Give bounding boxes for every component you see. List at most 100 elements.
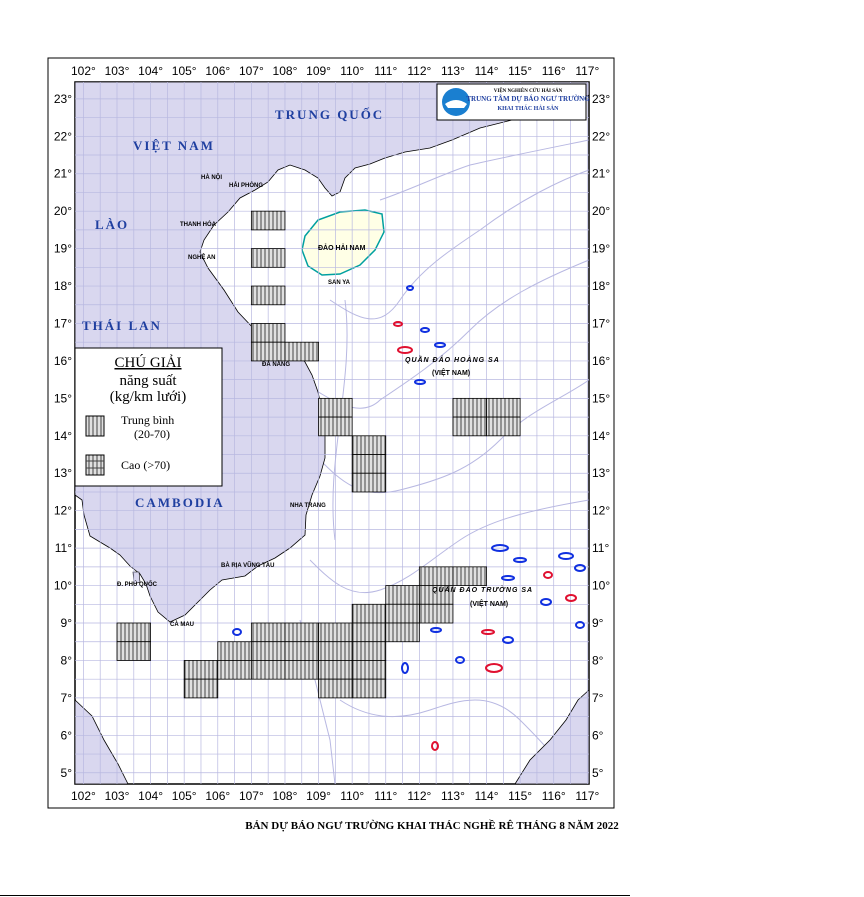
forecast-cell <box>250 660 286 680</box>
forecast-cell <box>351 603 387 624</box>
forecast-cell <box>351 641 387 661</box>
lon-tick-bottom: 114° <box>475 789 499 803</box>
forecast-cell <box>351 435 387 455</box>
lon-tick-top: 114° <box>475 64 499 78</box>
lat-tick-right: 14° <box>592 429 610 443</box>
lat-tick-left: 15° <box>54 391 72 405</box>
forecast-cell <box>318 416 353 437</box>
forecast-cell <box>486 397 521 418</box>
label-san-ya: SAN YA <box>328 280 351 286</box>
legend-item-medium-range: (20-70) <box>134 427 170 441</box>
forecast-cell <box>284 641 319 661</box>
lat-tick-left: 21° <box>54 167 72 181</box>
forecast-cell <box>385 603 420 624</box>
lon-tick-top: 112° <box>407 64 431 78</box>
lon-tick-top: 105° <box>172 64 197 78</box>
lon-tick-top: 107° <box>239 64 264 78</box>
label-hai-phong: HẢI PHÒNG <box>229 181 263 189</box>
lon-tick-bottom: 102° <box>71 789 96 803</box>
forecast-cell <box>318 678 353 699</box>
logo-line-3: KHAI THÁC HẢI SẢN <box>497 104 559 112</box>
forecast-cell <box>318 397 353 418</box>
forecast-cell <box>418 603 454 624</box>
lat-tick-right: 13° <box>592 466 610 480</box>
label-nha-trang: NHA TRANG <box>290 503 326 509</box>
lat-tick-left: 13° <box>54 466 72 480</box>
label-hoang-sa-vn: (VIỆT NAM) <box>432 368 470 377</box>
logo-line-1: VIỆN NGHIÊN CỨU HẢI SẢN <box>494 88 563 94</box>
lon-tick-top: 106° <box>205 64 230 78</box>
forecast-cell <box>116 622 151 643</box>
forecast-cell <box>385 622 420 643</box>
lon-tick-top: 116° <box>542 64 566 78</box>
forecast-cell <box>486 416 521 437</box>
legend-swatch-high <box>85 454 105 476</box>
forecast-cell <box>452 416 487 437</box>
lon-tick-top: 111° <box>374 64 397 78</box>
forecast-cell <box>385 585 420 605</box>
lon-tick-bottom: 116° <box>542 789 566 803</box>
forecast-cell <box>250 622 286 643</box>
forecast-cell <box>183 660 219 680</box>
logo-line-2: TRUNG TÂM DỰ BÁO NGƯ TRƯỜNG <box>466 95 590 103</box>
label-thai-lan: THÁI LAN <box>82 318 162 333</box>
lat-tick-right: 22° <box>592 129 610 143</box>
lon-tick-top: 104° <box>138 64 163 78</box>
forecast-cell <box>351 472 387 493</box>
lat-tick-left: 12° <box>54 504 72 518</box>
forecast-cell <box>250 641 286 661</box>
forecast-cell <box>217 660 252 680</box>
lat-tick-right: 7° <box>592 691 604 705</box>
lat-tick-right: 21° <box>592 167 610 181</box>
forecast-cell <box>318 641 353 661</box>
forecast-cell <box>116 641 151 661</box>
lat-tick-left: 5° <box>61 766 73 780</box>
lat-tick-right: 9° <box>592 616 604 630</box>
forecast-cell <box>250 285 286 306</box>
lat-tick-right: 6° <box>592 728 604 742</box>
lat-tick-right: 5° <box>592 766 604 780</box>
lat-tick-right: 8° <box>592 653 604 667</box>
forecast-cell <box>250 323 286 343</box>
lon-tick-top: 110° <box>340 64 364 78</box>
legend-item-medium-label: Trung bình <box>121 413 174 427</box>
label-dao-hai-nam: ĐẢO HẢI NAM <box>318 243 366 252</box>
label-truong-sa-vn: (VIỆT NAM) <box>470 599 508 608</box>
forecast-cell <box>418 566 454 586</box>
lat-tick-left: 20° <box>54 204 72 218</box>
forecast-cell <box>452 566 487 586</box>
legend: CHÚ GIẢI năng suất (kg/km lưới) Trung bì… <box>74 347 223 487</box>
legend-subtitle-1: năng suất <box>119 373 177 389</box>
lon-tick-top: 103° <box>105 64 130 78</box>
lat-tick-right: 15° <box>592 391 610 405</box>
lat-tick-right: 16° <box>592 354 610 368</box>
lat-tick-left: 22° <box>54 129 72 143</box>
lon-tick-bottom: 108° <box>273 789 298 803</box>
lat-tick-left: 23° <box>54 92 72 106</box>
forecast-cell <box>284 660 319 680</box>
label-cambodia: CAMBODIA <box>135 495 225 510</box>
lat-tick-left: 10° <box>54 579 72 593</box>
lon-tick-bottom: 110° <box>340 789 364 803</box>
lat-tick-left: 18° <box>54 279 72 293</box>
lat-tick-left: 6° <box>61 728 73 742</box>
lon-tick-top: 102° <box>71 64 96 78</box>
label-lao: LÀO <box>95 217 129 232</box>
lat-tick-left: 16° <box>54 354 72 368</box>
lon-tick-bottom: 111° <box>374 789 397 803</box>
label-ha-noi: HÀ NỘI <box>201 173 222 181</box>
lon-tick-bottom: 117° <box>575 789 599 803</box>
forecast-cell <box>351 622 387 643</box>
lat-tick-left: 19° <box>54 242 72 256</box>
lon-tick-bottom: 103° <box>105 789 130 803</box>
legend-swatch-medium <box>85 415 105 437</box>
forecast-cell <box>250 341 286 362</box>
lat-tick-left: 8° <box>61 653 73 667</box>
label-ca-mau: CÀ MAU <box>170 621 194 628</box>
forecast-cell <box>284 622 319 643</box>
lat-tick-right: 20° <box>592 204 610 218</box>
lon-tick-bottom: 109° <box>306 789 331 803</box>
lon-tick-top: 115° <box>508 64 532 78</box>
label-trung-quoc: TRUNG QUỐC <box>275 107 384 122</box>
lat-tick-right: 11° <box>592 541 609 555</box>
